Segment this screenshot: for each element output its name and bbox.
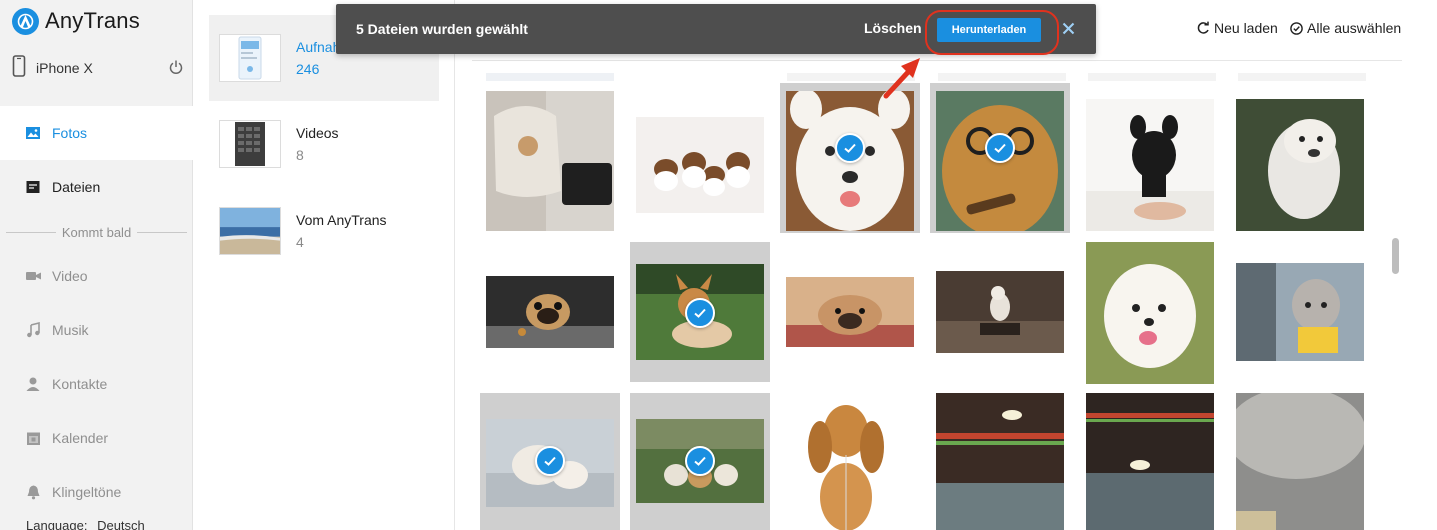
photo-tile[interactable] [930,393,1070,530]
album-name: Vom AnyTrans [296,212,387,228]
close-icon[interactable] [1059,19,1077,37]
reload-button[interactable]: Neu laden [1196,20,1278,36]
video-camera-icon [24,267,42,285]
reload-label: Neu laden [1214,20,1278,36]
photo-thumbnail [1236,99,1364,231]
refresh-icon [1196,21,1210,35]
sidebar-item-label: Dateien [52,179,101,195]
album-thumbnail [219,34,281,82]
photo-tile[interactable] [1230,83,1370,233]
select-all-button[interactable]: Alle auswählen [1290,20,1401,36]
photo-thumbnail [1086,99,1214,231]
sidebar-item-label: Video [52,268,88,284]
photo-tile[interactable] [1080,83,1220,233]
language-label: Language: [26,518,88,530]
album-count: 246 [296,61,320,77]
photo-thumbnail [936,393,1064,530]
coming-soon-label: Kommt bald [61,224,132,240]
selected-check-icon [985,133,1015,163]
photo-tile[interactable] [1080,242,1220,384]
sidebar-item-dateien[interactable]: Dateien [0,160,193,214]
sidebar-item-kalender[interactable]: Kalender [0,411,193,465]
bell-icon [24,483,42,501]
album-count: 4 [296,234,304,250]
selected-check-icon [685,446,715,476]
album-thumbnail [219,207,281,255]
sidebar-item-label: Klingeltöne [52,484,122,500]
device-selector[interactable]: iPhone X [12,54,184,82]
contact-icon [24,375,42,393]
power-icon[interactable] [168,59,184,80]
coming-soon-divider: Kommt bald [0,222,193,242]
scrollbar[interactable] [1390,60,1402,530]
sidebar-item-kontakte[interactable]: Kontakte [0,357,193,411]
sidebar-item-label: Musik [52,322,89,338]
sidebar-item-label: Fotos [52,125,88,141]
photo-thumbnail [786,277,914,347]
selection-count-text: 5 Dateien wurden gewählt [356,21,528,37]
sidebar-item-label: Kalender [52,430,109,446]
sidebar-item-label: Kontakte [52,376,108,392]
calendar-icon [24,429,42,447]
brand: AnyTrans [12,6,140,36]
sidebar-item-video[interactable]: Video [0,249,193,303]
album-count: 8 [296,147,304,163]
album-list: Aufnahmen 246 Videos 8 Vom AnyTrans 4 [193,0,455,530]
sidebar-item-fotos[interactable]: Fotos [0,106,193,160]
photo-thumbnail [1086,242,1214,384]
photo-tile[interactable] [630,83,770,233]
annotation-arrow-icon [883,58,920,99]
photo-icon [24,124,42,142]
photo-grid [472,60,1402,530]
photo-tile[interactable] [1230,393,1370,530]
anytrans-window: AnyTrans iPhone X Fotos Dateien Kommt ba… [0,0,1437,530]
photo-thumbnail [636,117,764,213]
delete-button[interactable]: Löschen [864,20,922,36]
photo-tile[interactable] [780,242,920,382]
check-circle-icon [1290,21,1303,35]
photo-tile[interactable] [480,393,620,530]
language-value: Deutsch [97,518,145,530]
album-name: Videos [296,125,339,141]
photo-thumbnail [1236,393,1364,530]
device-name: iPhone X [36,60,93,76]
app-name: AnyTrans [45,8,140,33]
photo-tile[interactable] [1080,393,1220,530]
album-item[interactable]: Videos 8 [209,101,439,187]
photo-tile[interactable] [480,83,620,233]
photo-tile[interactable] [930,83,1070,233]
photo-thumbnail [786,393,914,530]
album-item[interactable]: Vom AnyTrans 4 [209,188,439,274]
selected-check-icon [835,133,865,163]
download-highlight-ring [925,10,1059,55]
phone-icon [12,54,26,82]
photo-thumbnail [486,276,614,348]
photo-thumbnail [1086,393,1214,530]
photo-tile[interactable] [630,393,770,530]
photo-tile[interactable] [480,242,620,382]
photo-tile[interactable] [780,83,920,233]
photo-thumbnail [486,91,614,231]
select-all-label: Alle auswählen [1307,20,1402,36]
selected-check-icon [535,446,565,476]
sidebar-item-musik[interactable]: Musik [0,303,193,357]
album-thumbnail [219,120,281,168]
photo-thumbnail [936,271,1064,353]
photo-tile[interactable] [1230,242,1370,382]
sidebar: AnyTrans iPhone X Fotos Dateien Kommt ba… [0,0,193,530]
scroll-thumb[interactable] [1392,238,1399,274]
selected-check-icon [685,298,715,328]
photo-thumbnail [1236,263,1364,361]
file-icon [24,178,42,196]
photo-tile[interactable] [930,242,1070,382]
music-note-icon [24,321,42,339]
anytrans-logo-icon [12,7,39,35]
photo-tile[interactable] [630,242,770,382]
photo-tile[interactable] [780,393,920,530]
language-setting[interactable]: Language: Deutsch [26,518,145,530]
sidebar-item-klingeltoene[interactable]: Klingeltöne [0,465,193,519]
